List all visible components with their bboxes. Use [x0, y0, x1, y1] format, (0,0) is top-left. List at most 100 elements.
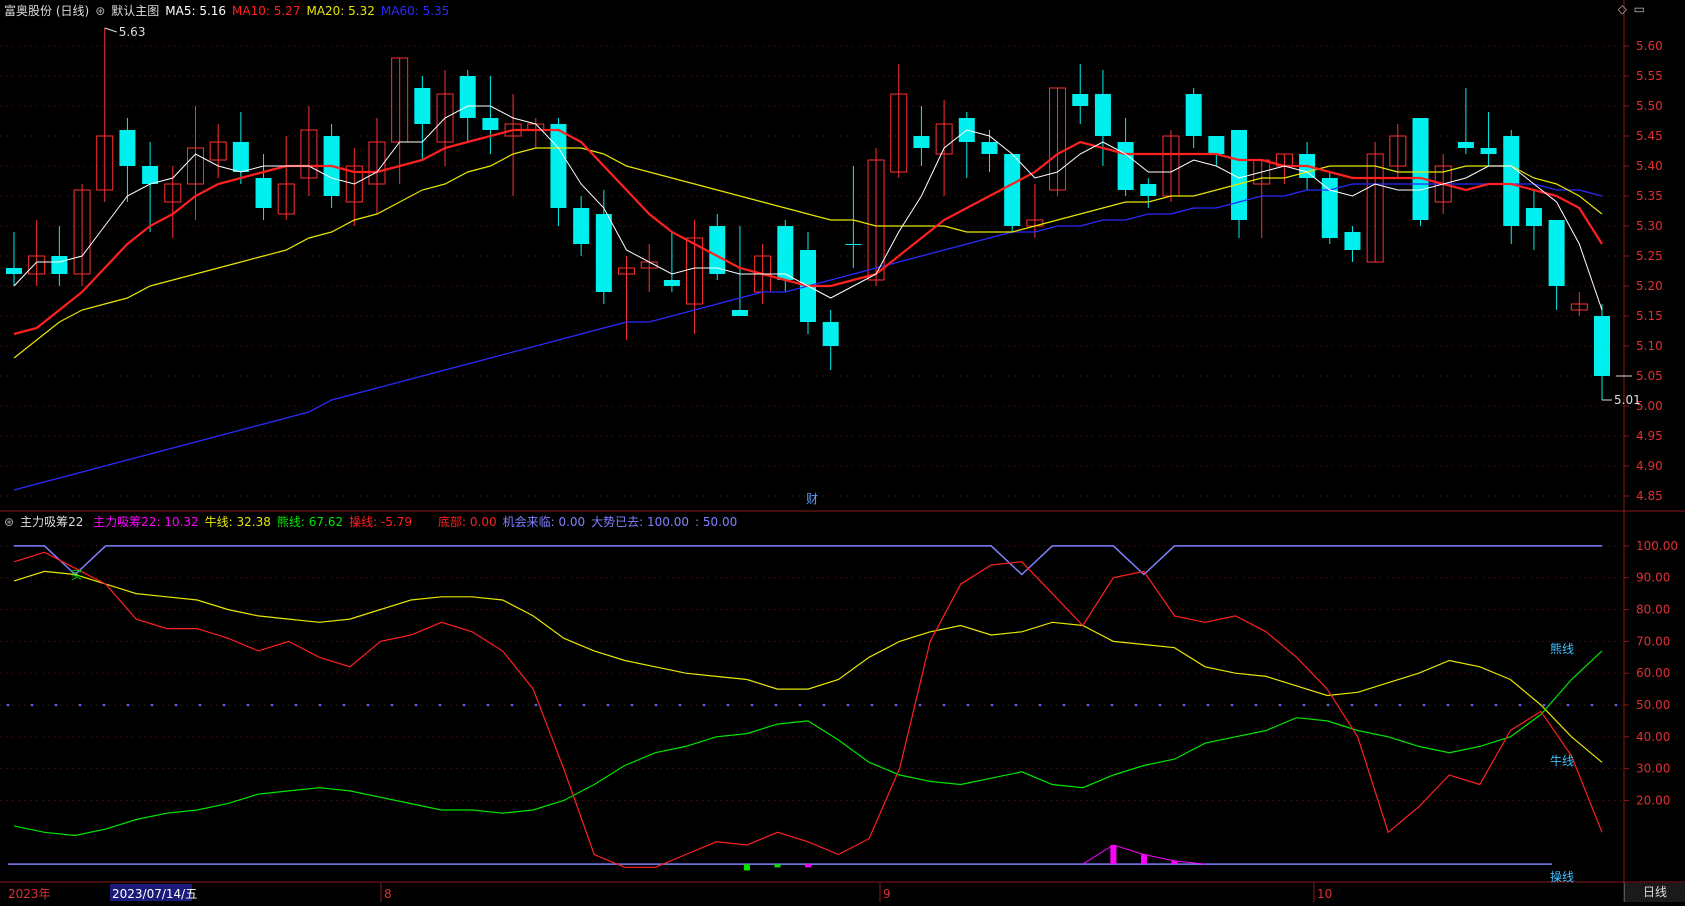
chart-stage: 5.60 5.55 5.50 5.45 5.40 5.35 5.30 5.25 5.20 5.15…	[0, 0, 1685, 902]
candle-body	[550, 124, 567, 208]
level50-dot	[606, 703, 610, 707]
year-label: 2023年	[8, 887, 51, 901]
level50-dot	[918, 703, 922, 707]
ma5-label: MA5: 5.16	[165, 4, 227, 18]
level50-dot	[1518, 703, 1522, 707]
price-tick-label: 4.85	[1636, 489, 1663, 503]
level50-dot	[390, 703, 394, 707]
level50-dot	[774, 703, 778, 707]
price-tick-label: 5.05	[1636, 369, 1663, 383]
level50-dot	[1038, 703, 1042, 707]
stock-title[interactable]: 富奥股份 (日线)	[4, 4, 89, 18]
level50-dot	[990, 703, 994, 707]
main-indicator-toggle[interactable]: ⊛	[95, 4, 105, 18]
level50-dot	[1542, 703, 1546, 707]
osc-tick-label: 50.00	[1636, 698, 1670, 712]
candle-body	[6, 268, 22, 274]
template-label[interactable]: 默认主图	[111, 4, 159, 18]
sub-indicator-toggle[interactable]: ⊛	[4, 515, 14, 529]
level50-dot	[1494, 703, 1498, 707]
level50-dot	[1470, 703, 1474, 707]
candle-body	[1185, 94, 1202, 136]
level50-dot	[966, 703, 970, 707]
accumulation-bar	[1140, 854, 1147, 865]
level50-dot	[750, 703, 754, 707]
osc-tick-label: 100.00	[1636, 539, 1678, 553]
level50-dot	[486, 703, 490, 707]
buy-signal: 买	[71, 569, 82, 582]
candle-body	[1525, 208, 1542, 226]
xiong-line	[13, 650, 1603, 837]
candle-body	[1208, 136, 1225, 154]
level50-dot	[1590, 703, 1594, 707]
niu-line	[13, 570, 1603, 763]
level50-dot	[846, 703, 850, 707]
candle-body	[573, 208, 590, 244]
level50-dot	[870, 703, 874, 707]
level50-dot	[1254, 703, 1258, 707]
candle-body	[1094, 94, 1111, 136]
level50-dot	[1422, 703, 1426, 707]
sub-indicator-values: 主力吸筹22: 10.32 牛线: 32.38 熊线: 67.62 操线: -5.79…	[93, 515, 743, 529]
month-10-label: 10	[1317, 887, 1332, 901]
timeframe-button[interactable]: 日线	[1624, 883, 1685, 902]
osc-tick-label: 70.00	[1636, 634, 1670, 648]
price-tick-label: 5.20	[1636, 279, 1663, 293]
level50-dot	[126, 703, 130, 707]
level50-dot	[1134, 703, 1138, 707]
price-tick-label: 5.50	[1636, 99, 1663, 113]
level50-dot	[1014, 703, 1018, 707]
ma60-label: MA60: 5.35	[380, 4, 450, 18]
sub-value-4: 底部: 0.00	[438, 515, 497, 529]
price-tick-label: 5.40	[1636, 159, 1663, 173]
candle-body	[595, 214, 612, 292]
level50-dot	[798, 703, 802, 707]
price-tick-label: 4.90	[1636, 459, 1663, 473]
price-tick-label: 5.35	[1636, 189, 1663, 203]
candle-body	[1140, 184, 1157, 196]
osc-tick-label: 40.00	[1636, 730, 1670, 744]
diamond-icon[interactable]: ◇	[1618, 2, 1627, 16]
level50-dot	[30, 703, 34, 707]
cao-line-label: 操线	[1550, 869, 1574, 884]
price-tick-label: 5.30	[1636, 219, 1663, 233]
dashi-line	[14, 545, 1602, 576]
level50-dot	[414, 703, 418, 707]
candle-body	[663, 280, 680, 286]
cursor-date-label: 2023/07/14/五	[112, 887, 197, 901]
negative-bar	[743, 864, 750, 871]
osc-tick-label: 30.00	[1636, 762, 1670, 776]
candle-body	[255, 178, 272, 208]
price-tick-label: 5.10	[1636, 339, 1663, 353]
candle-body	[1457, 142, 1474, 148]
ma20-label: MA20: 5.32	[306, 4, 375, 18]
level50-dot	[1182, 703, 1186, 707]
sub-value-6: 大势已去: 100.00	[591, 515, 690, 529]
candle-body	[981, 142, 998, 154]
level50-dot	[1206, 703, 1210, 707]
osc-tick-label: 20.00	[1636, 793, 1670, 807]
level50-dot	[510, 703, 514, 707]
candle-body	[1594, 316, 1610, 376]
candle-body	[777, 226, 794, 280]
stock-chart[interactable]: 5.60 5.55 5.50 5.45 5.40 5.35 5.30 5.25 5.20 5.15…	[0, 0, 1685, 902]
candle-body	[913, 136, 930, 148]
level50-dot	[270, 703, 274, 707]
osc-tick-label: 60.00	[1636, 666, 1670, 680]
level50-dot	[1350, 703, 1354, 707]
accumulation-bar	[1110, 845, 1117, 865]
osc-tick-label: 80.00	[1636, 603, 1670, 617]
sub-value-1: 牛线: 32.38	[204, 515, 271, 529]
cao-line	[13, 551, 1603, 868]
sub-indicator-name[interactable]: 主力吸筹22	[20, 515, 83, 529]
sub-value-3: 操线: -5.79	[349, 515, 413, 529]
level50-dot	[1110, 703, 1114, 707]
level50-dot	[438, 703, 442, 707]
finance-marker: 财	[806, 492, 818, 506]
ma10-label: MA10: 5.27	[232, 4, 301, 18]
level50-dot	[822, 703, 826, 707]
window-icon[interactable]: ▭	[1634, 2, 1645, 16]
level50-dot	[1086, 703, 1090, 707]
niu-line-label: 牛线	[1550, 753, 1574, 768]
level50-dot	[462, 703, 466, 707]
